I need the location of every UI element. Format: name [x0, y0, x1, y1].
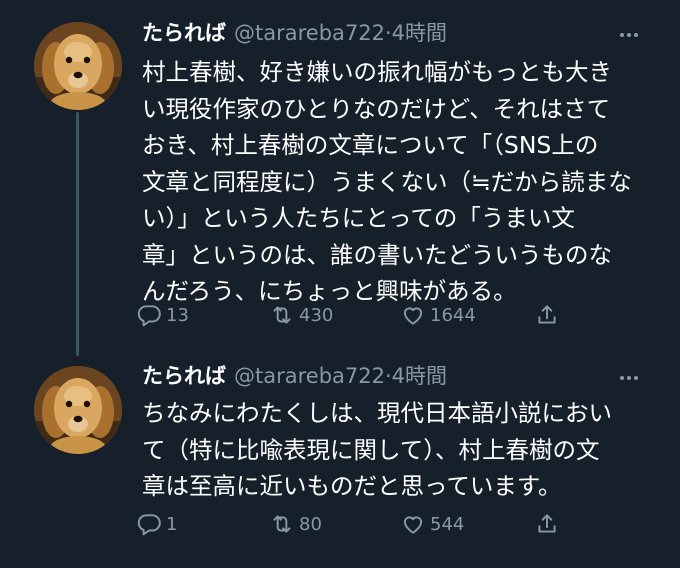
golden-retriever-avatar [34, 22, 122, 110]
timestamp[interactable]: 4時間 [392, 21, 447, 45]
tweet-text: ちなみにわたくしは、現代日本語小説におい て（特に比喩表現に関して）、村上春樹の… [142, 399, 612, 500]
thread-connector-line [76, 112, 79, 356]
reply-count: 13 [166, 304, 189, 326]
tweet-header: たられば @tarareba722·4時間 [142, 361, 447, 391]
more-options-button[interactable] [614, 20, 644, 50]
share-icon [538, 514, 556, 533]
retweet-button[interactable]: 430 [269, 300, 333, 330]
retweet-icon [273, 306, 291, 324]
share-button[interactable] [534, 300, 560, 330]
tweet-actions: 1 80 544 [136, 509, 636, 539]
retweet-button[interactable]: 80 [269, 509, 322, 539]
timestamp[interactable]: 4時間 [392, 364, 447, 388]
tweet-actions: 13 430 1644 [136, 300, 636, 330]
like-count: 1644 [430, 304, 476, 326]
heart-icon [403, 307, 423, 325]
reply-count: 1 [166, 513, 178, 535]
retweet-icon [273, 515, 291, 533]
display-name[interactable]: たられば [142, 21, 226, 45]
retweet-count: 80 [299, 513, 322, 535]
more-horizontal-icon [620, 33, 638, 37]
avatar[interactable] [34, 22, 122, 110]
golden-retriever-avatar [34, 366, 122, 454]
retweet-count: 430 [299, 304, 334, 326]
more-horizontal-icon [620, 376, 638, 380]
tweet-header: たられば @tarareba722·4時間 [142, 18, 447, 48]
like-button[interactable]: 544 [400, 509, 464, 539]
display-name[interactable]: たられば [142, 364, 226, 388]
reply-button[interactable]: 1 [136, 509, 177, 539]
separator-dot: · [384, 364, 392, 388]
heart-icon [403, 516, 423, 534]
share-icon [538, 305, 556, 324]
like-count: 544 [430, 513, 465, 535]
reply-button[interactable]: 13 [136, 300, 189, 330]
reply-icon [137, 514, 161, 536]
separator-dot: · [384, 21, 392, 45]
user-handle[interactable]: @tarareba722 [234, 21, 385, 45]
avatar[interactable] [34, 366, 122, 454]
more-options-button[interactable] [614, 363, 644, 393]
tweet-text: 村上春樹、好き嫌いの振れ幅がもっとも大き い現役作家のひとりなのだけど、それはさ… [142, 58, 632, 305]
like-button[interactable]: 1644 [400, 300, 476, 330]
reply-icon [137, 305, 161, 327]
user-handle[interactable]: @tarareba722 [234, 364, 385, 388]
share-button[interactable] [534, 509, 560, 539]
